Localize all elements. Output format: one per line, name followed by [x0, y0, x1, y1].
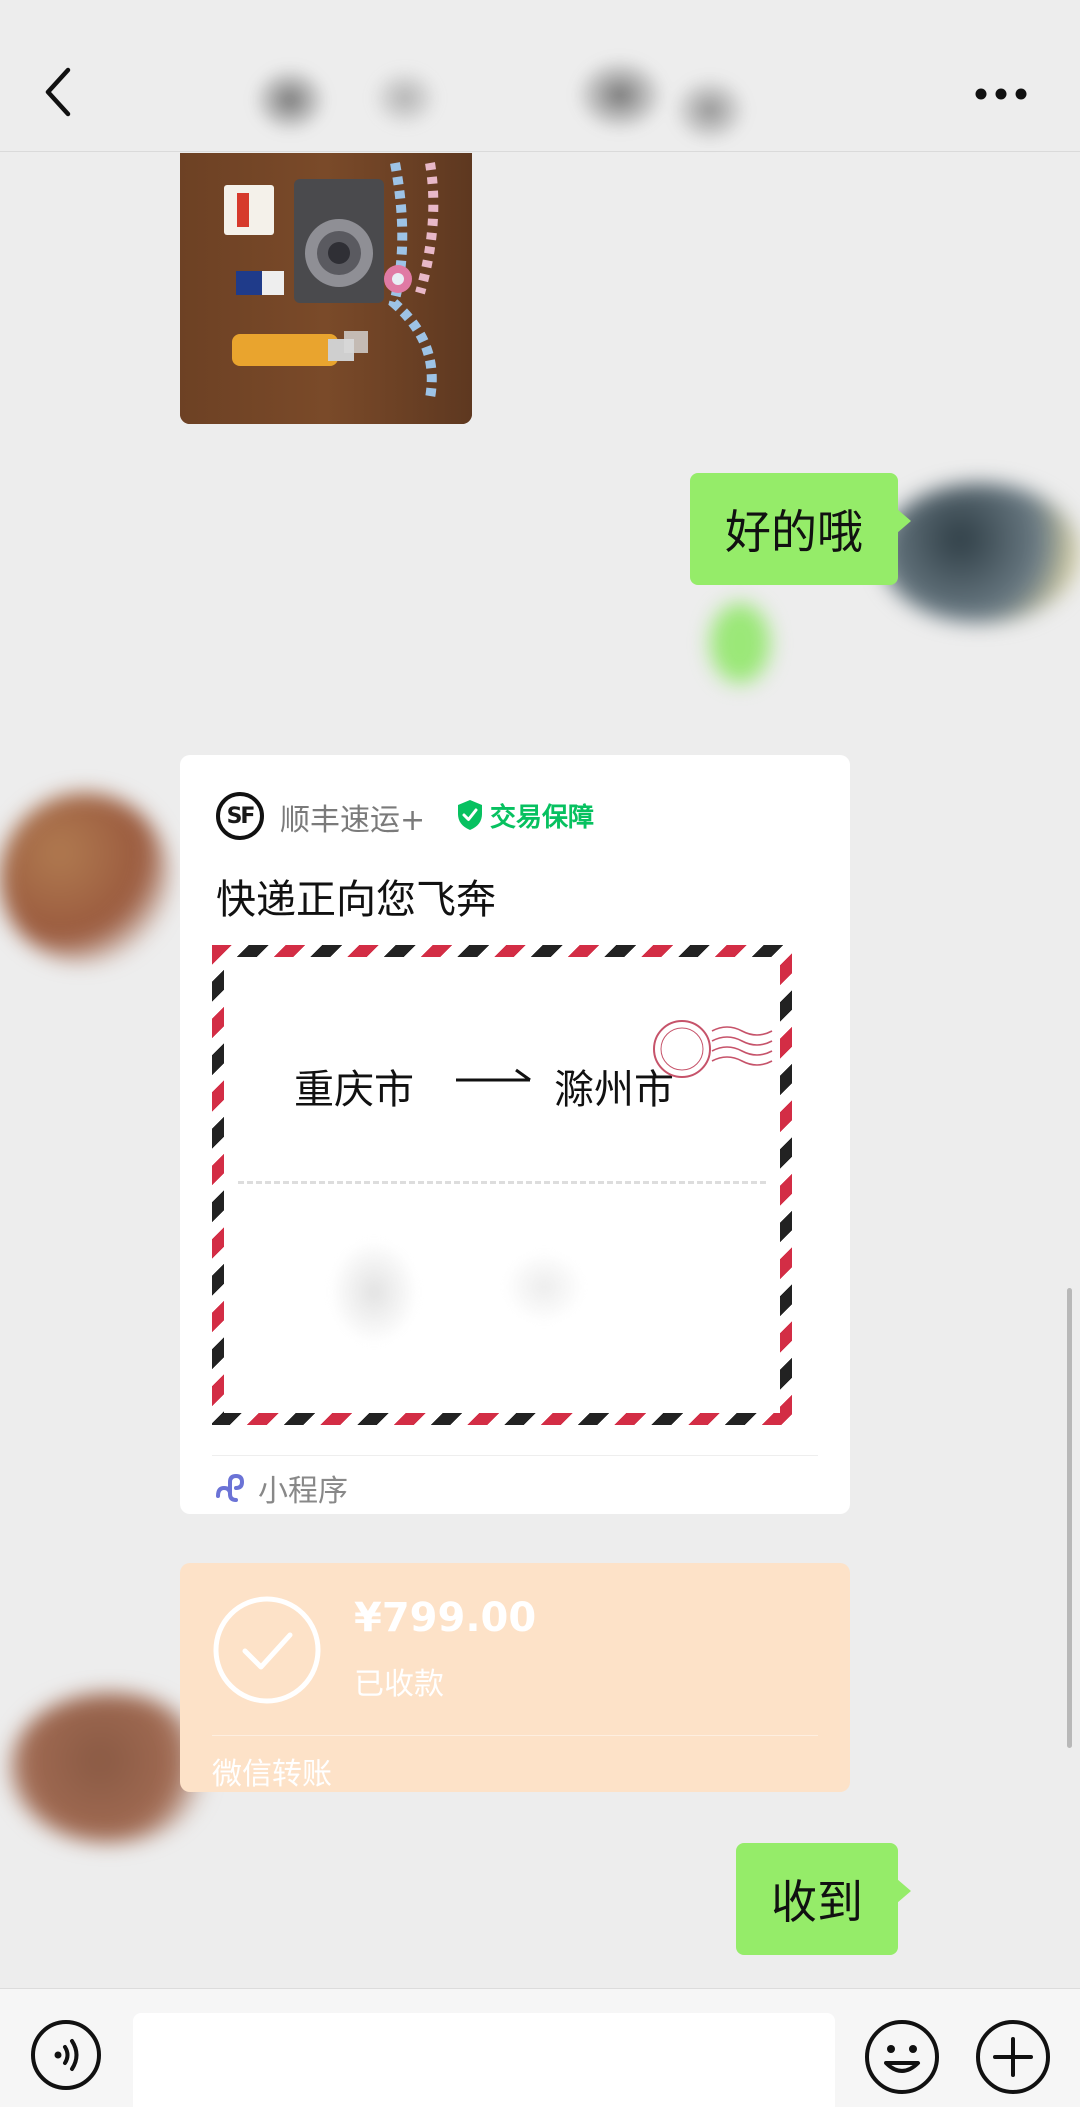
transfer-divider — [212, 1735, 818, 1736]
transfer-status: 已收款 — [354, 1667, 444, 1702]
mini-program-icon — [216, 1473, 245, 1502]
chat-message-list[interactable]: 好的哦 SF 顺丰速运+ 交易保障 快递正向您飞奔 重庆市 滁州市 小程序 ¥7… — [0, 153, 1080, 1988]
voice-icon — [31, 2020, 101, 2090]
mini-program-label: 小程序 — [258, 1474, 348, 1509]
top-bar — [0, 0, 1080, 160]
emoji-icon — [865, 2020, 939, 2094]
scrollbar[interactable] — [1067, 1288, 1072, 1748]
airmail-envelope: 重庆市 滁州市 — [212, 945, 792, 1425]
postmark-stamp — [653, 1020, 773, 1078]
avatar-redacted — [880, 483, 1080, 623]
message-text: 收到 — [771, 1875, 863, 1929]
blur-green — [710, 603, 770, 683]
input-bar — [0, 1988, 1080, 2107]
shield-check-icon — [458, 800, 482, 830]
transfer-footer-label: 微信转账 — [212, 1757, 332, 1792]
voice-button[interactable] — [30, 2019, 102, 2091]
avatar-redacted — [0, 793, 170, 963]
mini-program-footer: 小程序 — [212, 1455, 818, 1514]
origin-city: 重庆市 — [294, 1067, 414, 1113]
card-headline: 快递正向您飞奔 — [216, 877, 496, 923]
emoji-button[interactable] — [864, 2019, 940, 2095]
product-photo — [180, 153, 472, 424]
message-bubble-sent[interactable]: 收到 — [736, 1843, 911, 1955]
transfer-card[interactable]: ¥799.00 已收款 微信转账 — [180, 1563, 850, 1792]
message-bubble-sent[interactable]: 好的哦 — [690, 473, 911, 585]
message-input[interactable] — [133, 2013, 835, 2107]
mini-program-card[interactable]: SF 顺丰速运+ 交易保障 快递正向您飞奔 重庆市 滁州市 小程序 — [180, 755, 850, 1514]
plus-icon — [976, 2020, 1050, 2094]
sf-logo: SF — [216, 792, 264, 840]
chevron-left-icon — [45, 67, 71, 117]
more-button[interactable] — [975, 86, 1027, 100]
envelope-divider — [238, 1181, 766, 1184]
plus-button[interactable] — [975, 2019, 1051, 2095]
back-button[interactable] — [40, 62, 80, 122]
transfer-amount: ¥799.00 — [354, 1595, 537, 1641]
tracking-info-redacted — [304, 1217, 634, 1367]
chat-title-redacted — [230, 40, 790, 160]
message-text: 好的哦 — [725, 505, 863, 559]
guarantee-label: 交易保障 — [490, 803, 595, 833]
check-circle-icon — [213, 1596, 321, 1704]
arrow-right-icon — [456, 1068, 531, 1082]
image-message[interactable] — [180, 153, 472, 424]
more-dots-icon — [975, 88, 1027, 100]
brand-name: 顺丰速运+ — [280, 803, 426, 838]
